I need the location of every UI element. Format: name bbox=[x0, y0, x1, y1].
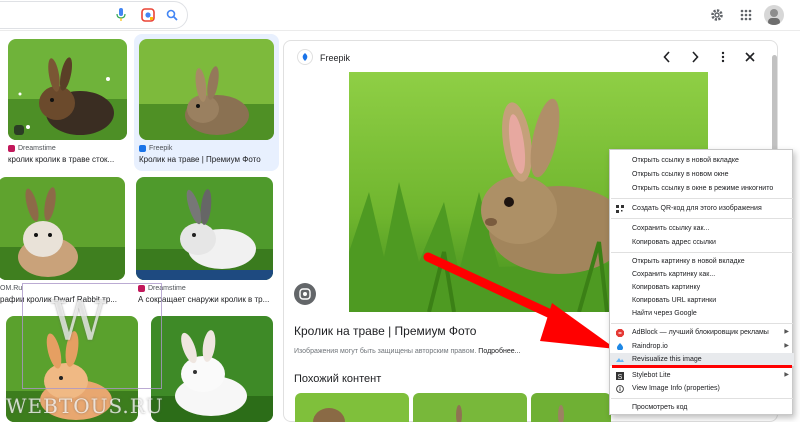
next-icon[interactable] bbox=[688, 50, 702, 64]
lens-search-icon[interactable] bbox=[294, 283, 316, 305]
result-source: Freepik bbox=[139, 145, 172, 152]
similar-thumbnail[interactable] bbox=[531, 393, 611, 422]
menu-separator bbox=[611, 198, 793, 199]
context-menu: Открыть ссылку в новой вкладке Открыть с… bbox=[609, 149, 794, 415]
menu-create-qr-code[interactable]: Создать QR-код для этого изображения bbox=[610, 202, 794, 215]
result-source: Dreamstime bbox=[8, 145, 56, 152]
menu-open-link-new-window[interactable]: Открыть ссылку в новом окне bbox=[610, 168, 794, 181]
watermark-text: WEBTOUS.RU bbox=[6, 394, 164, 418]
dreamstime-icon bbox=[8, 145, 15, 152]
result-thumbnail[interactable] bbox=[0, 177, 125, 280]
menu-open-image-new-tab[interactable]: Открыть картинку в новой вкладке bbox=[610, 255, 794, 268]
avatar[interactable] bbox=[764, 5, 784, 25]
menu-item-label: Revisualize this image bbox=[632, 356, 702, 363]
more-options-icon[interactable] bbox=[716, 50, 730, 64]
menu-separator bbox=[611, 398, 793, 399]
menu-copy-image[interactable]: Копировать картинку bbox=[610, 281, 794, 294]
adblock-icon bbox=[616, 329, 624, 337]
menu-separator bbox=[611, 218, 793, 219]
menu-inspect[interactable]: Просмотреть код bbox=[610, 401, 794, 414]
menu-open-link-incognito[interactable]: Открыть ссылку в окне в режиме инкогнито bbox=[610, 182, 794, 195]
lens-icon[interactable] bbox=[140, 7, 156, 23]
result-thumbnail[interactable] bbox=[151, 316, 273, 422]
qr-code-icon bbox=[616, 205, 624, 213]
search-icon[interactable] bbox=[164, 7, 180, 23]
submenu-arrow-icon: ▶ bbox=[784, 372, 789, 378]
gear-icon[interactable] bbox=[709, 7, 725, 23]
menu-item-label: Создать QR-код для этого изображения bbox=[632, 205, 762, 212]
apps-grid-icon[interactable] bbox=[738, 7, 754, 23]
info-icon bbox=[616, 385, 624, 393]
freepik-icon bbox=[297, 49, 313, 65]
close-icon[interactable] bbox=[743, 50, 757, 64]
similar-thumbnail[interactable] bbox=[295, 393, 409, 422]
raindrop-icon bbox=[616, 343, 624, 350]
menu-item-label: View Image Info (properties) bbox=[632, 385, 720, 392]
header-divider bbox=[0, 30, 800, 31]
previous-icon[interactable] bbox=[660, 50, 674, 64]
annotation-arrow bbox=[423, 252, 616, 349]
result-source-label: OM.Ru bbox=[0, 285, 23, 292]
image-badge-icon bbox=[14, 125, 24, 135]
result-source-label: Dreamstime bbox=[18, 145, 56, 152]
submenu-arrow-icon: ▶ bbox=[784, 343, 789, 349]
svg-text:S: S bbox=[618, 374, 623, 380]
result-source: OM.Ru bbox=[0, 285, 22, 292]
menu-item-label: Raindrop.io bbox=[632, 343, 668, 350]
search-input[interactable] bbox=[0, 1, 188, 29]
menu-stylebot-lite[interactable]: S Stylebot Lite ▶ bbox=[610, 369, 794, 382]
watermark-letter: W bbox=[51, 290, 107, 353]
freepik-icon bbox=[139, 145, 146, 152]
revisualize-icon bbox=[616, 358, 624, 362]
menu-copy-link-address[interactable]: Копировать адрес ссылки bbox=[610, 236, 794, 249]
menu-adblock[interactable]: AdBlock — лучший блокировщик рекламы ▶ bbox=[610, 326, 794, 339]
submenu-arrow-icon: ▶ bbox=[784, 329, 789, 335]
menu-separator bbox=[611, 252, 793, 253]
mic-icon[interactable] bbox=[114, 8, 128, 22]
stylebot-icon: S bbox=[616, 372, 624, 380]
similar-heading: Похожий контент bbox=[294, 373, 382, 385]
menu-open-link-new-tab[interactable]: Открыть ссылку в новой вкладке bbox=[610, 154, 794, 167]
watermark-frame: W bbox=[22, 283, 162, 389]
highlight-underline bbox=[612, 365, 792, 368]
result-caption[interactable]: кролик кролик в траве сток... bbox=[8, 155, 129, 164]
result-caption[interactable]: Кролик на траве | Премиум Фото bbox=[139, 155, 275, 164]
result-thumbnail[interactable] bbox=[139, 39, 274, 140]
result-thumbnail[interactable] bbox=[8, 39, 127, 140]
menu-item-label: Stylebot Lite bbox=[632, 372, 671, 379]
menu-save-link-as[interactable]: Сохранить ссылку как... bbox=[610, 222, 794, 235]
menu-separator bbox=[611, 323, 793, 324]
menu-search-google[interactable]: Найти через Google bbox=[610, 307, 794, 320]
menu-item-label: AdBlock — лучший блокировщик рекламы bbox=[632, 329, 769, 336]
menu-save-image-as[interactable]: Сохранить картинку как... bbox=[610, 268, 794, 281]
panel-source[interactable]: Freepik bbox=[320, 53, 350, 63]
screenshot-root: Dreamstime кролик кролик в траве сток...… bbox=[0, 0, 800, 422]
result-source-label: Freepik bbox=[149, 145, 173, 152]
menu-view-image-info[interactable]: View Image Info (properties) bbox=[610, 382, 794, 395]
result-thumbnail[interactable] bbox=[136, 177, 273, 280]
menu-copy-image-url[interactable]: Копировать URL картинки bbox=[610, 294, 794, 307]
menu-raindrop[interactable]: Raindrop.io ▶ bbox=[610, 340, 794, 353]
similar-thumbnail[interactable] bbox=[413, 393, 527, 422]
